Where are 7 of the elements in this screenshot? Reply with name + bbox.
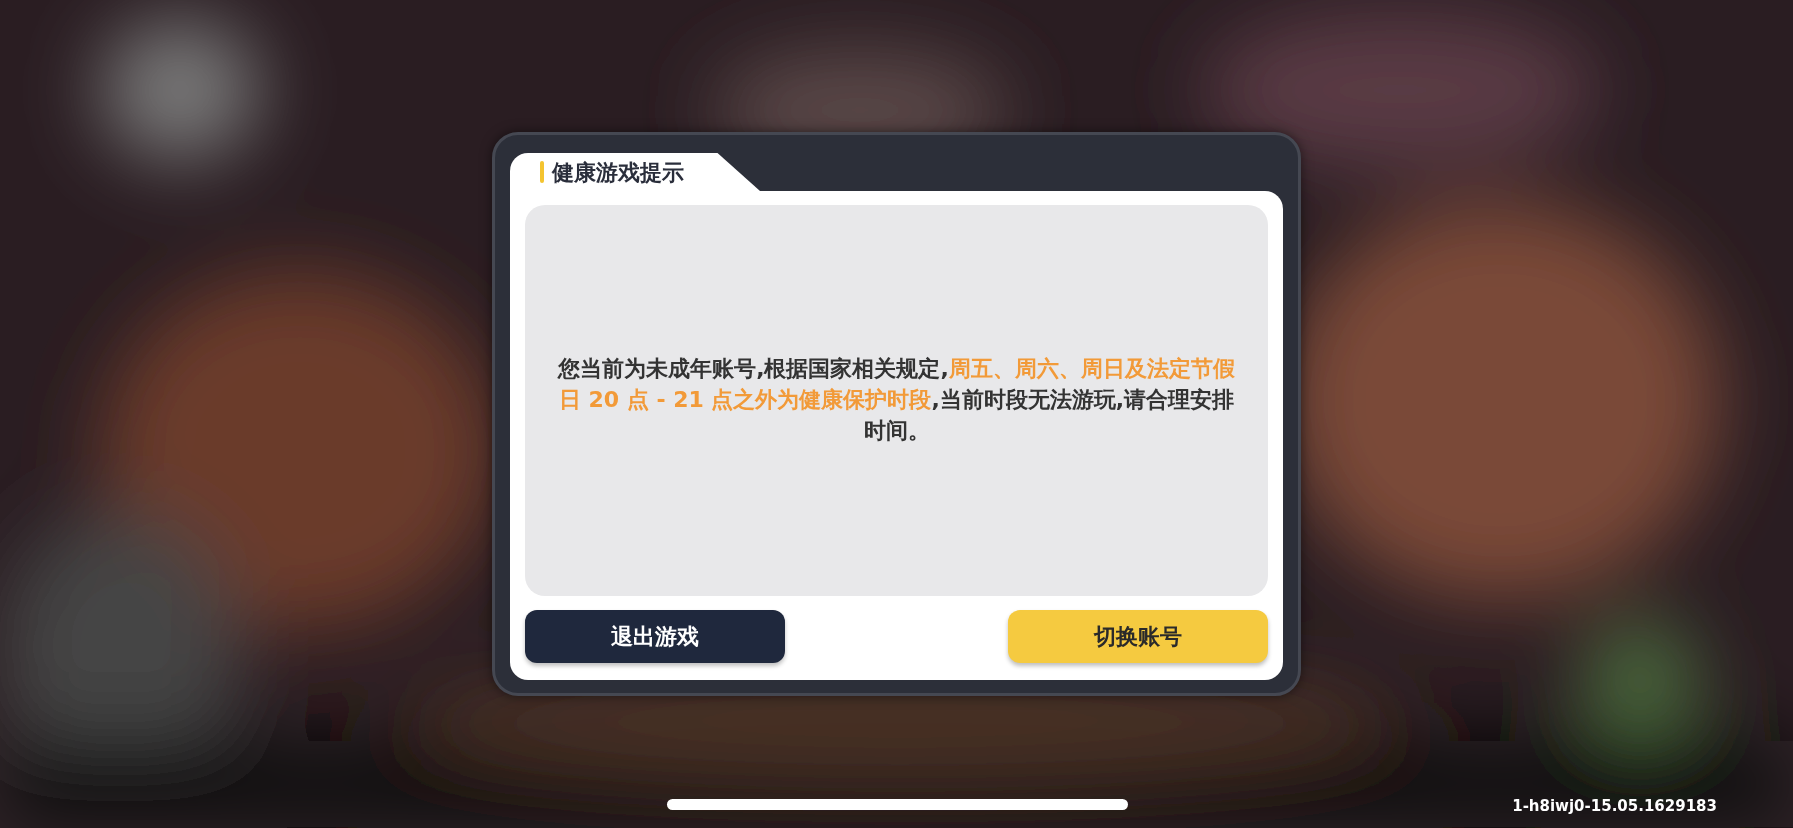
accent-bar [540,161,544,183]
message-text: 您当前为未成年账号,根据国家相关规定,周五、周六、周日及法定节假日 20 点 - 21 点之外为健康保护时段,当前时段无法游玩,请合理安排时间。 [556,355,1236,445]
version-label: 1-h8iwj0-15.05.1629183 [1512,796,1717,817]
switch-account-button[interactable]: 切换账号 [1008,610,1268,663]
home-indicator[interactable] [667,799,1128,810]
exit-game-button[interactable]: 退出游戏 [525,610,785,663]
dialog-title: 健康游戏提示 [552,158,684,187]
